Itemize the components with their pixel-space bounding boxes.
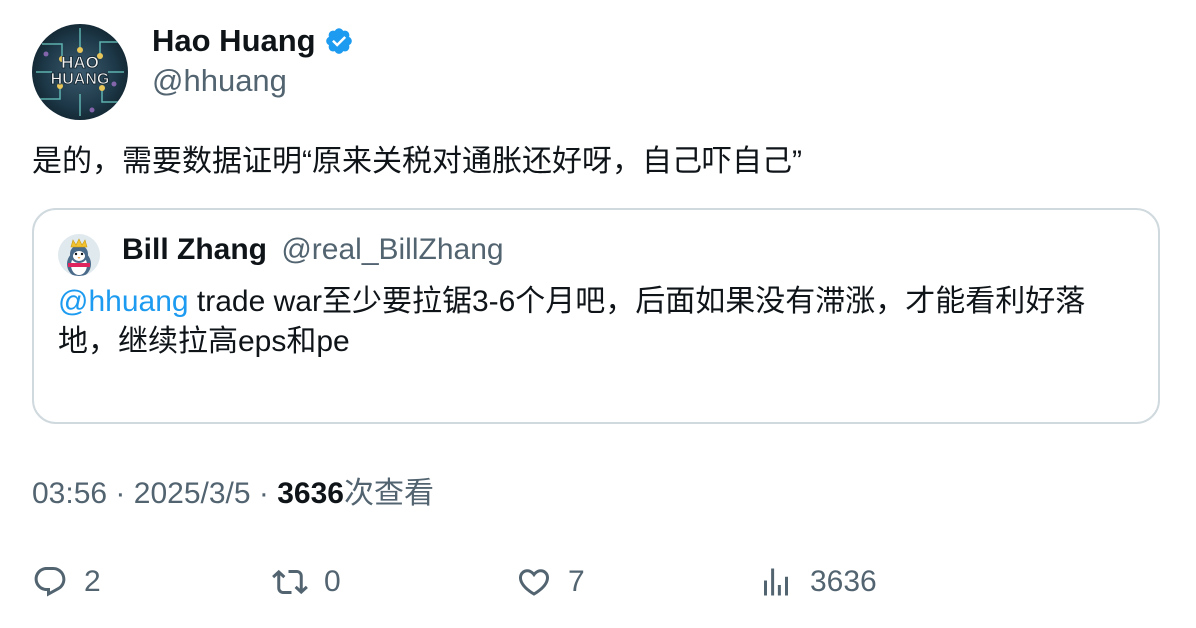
quote-body-text: trade war至少要拉锯3-6个月吧，后面如果没有滞涨，才能看利好落地，继续… [58,285,1086,358]
quoted-tweet-card[interactable]: Bill Zhang @real_BillZhang @hhuang trade… [32,208,1160,424]
heart-icon [518,569,550,596]
avatar-logo-text-bottom: HUANG [51,71,110,88]
quote-author-avatar[interactable] [58,234,100,276]
retweet-icon [272,569,308,595]
tweet-text: 是的，需要数据证明“原来关税对通胀还好呀，自己吓自己” [32,145,802,178]
retweet-count: 0 [324,565,341,598]
reply-icon [34,567,66,597]
quote-author-handle[interactable]: @real_BillZhang [281,233,503,266]
quote-text: @hhuang trade war至少要拉锯3-6个月吧，后面如果没有滞涨，才能… [58,282,1138,362]
bar-chart-icon [764,568,788,596]
tweet-meta: 03:56 · 2025/3/5 · 3636次查看 [32,474,434,514]
reply-count: 2 [84,565,101,598]
tweet-date[interactable]: 2025/3/5 [134,477,251,510]
verified-badge-icon [324,26,354,56]
views-label: 次查看 [343,477,434,510]
quote-author-name[interactable]: Bill Zhang [122,233,267,266]
tweet-time[interactable]: 03:56 [32,477,107,510]
author-avatar-image: HAO HUANG [32,24,128,120]
action-bar: 2 0 7 3636 [0,560,1196,604]
views-count: 3636 [277,477,344,510]
author-name[interactable]: Hao Huang [152,22,316,60]
author-avatar[interactable]: HAO HUANG [32,24,128,120]
quote-mention-link[interactable]: @hhuang [58,285,189,318]
meta-separator: · [258,477,269,510]
views-button[interactable]: 3636 [758,560,877,604]
like-button[interactable]: 7 [516,560,585,604]
reply-button[interactable]: 2 [32,560,101,604]
retweet-button[interactable]: 0 [272,560,341,604]
penguin-avatar-image [58,234,100,276]
views-action-count: 3636 [810,565,877,598]
quote-author-row: Bill Zhang @real_BillZhang [122,230,504,270]
like-count: 7 [568,565,585,598]
meta-separator: · [115,477,126,510]
avatar-logo-text-top: HAO [61,53,99,72]
author-name-row[interactable]: Hao Huang [152,22,354,60]
author-handle[interactable]: @hhuang [152,62,287,100]
